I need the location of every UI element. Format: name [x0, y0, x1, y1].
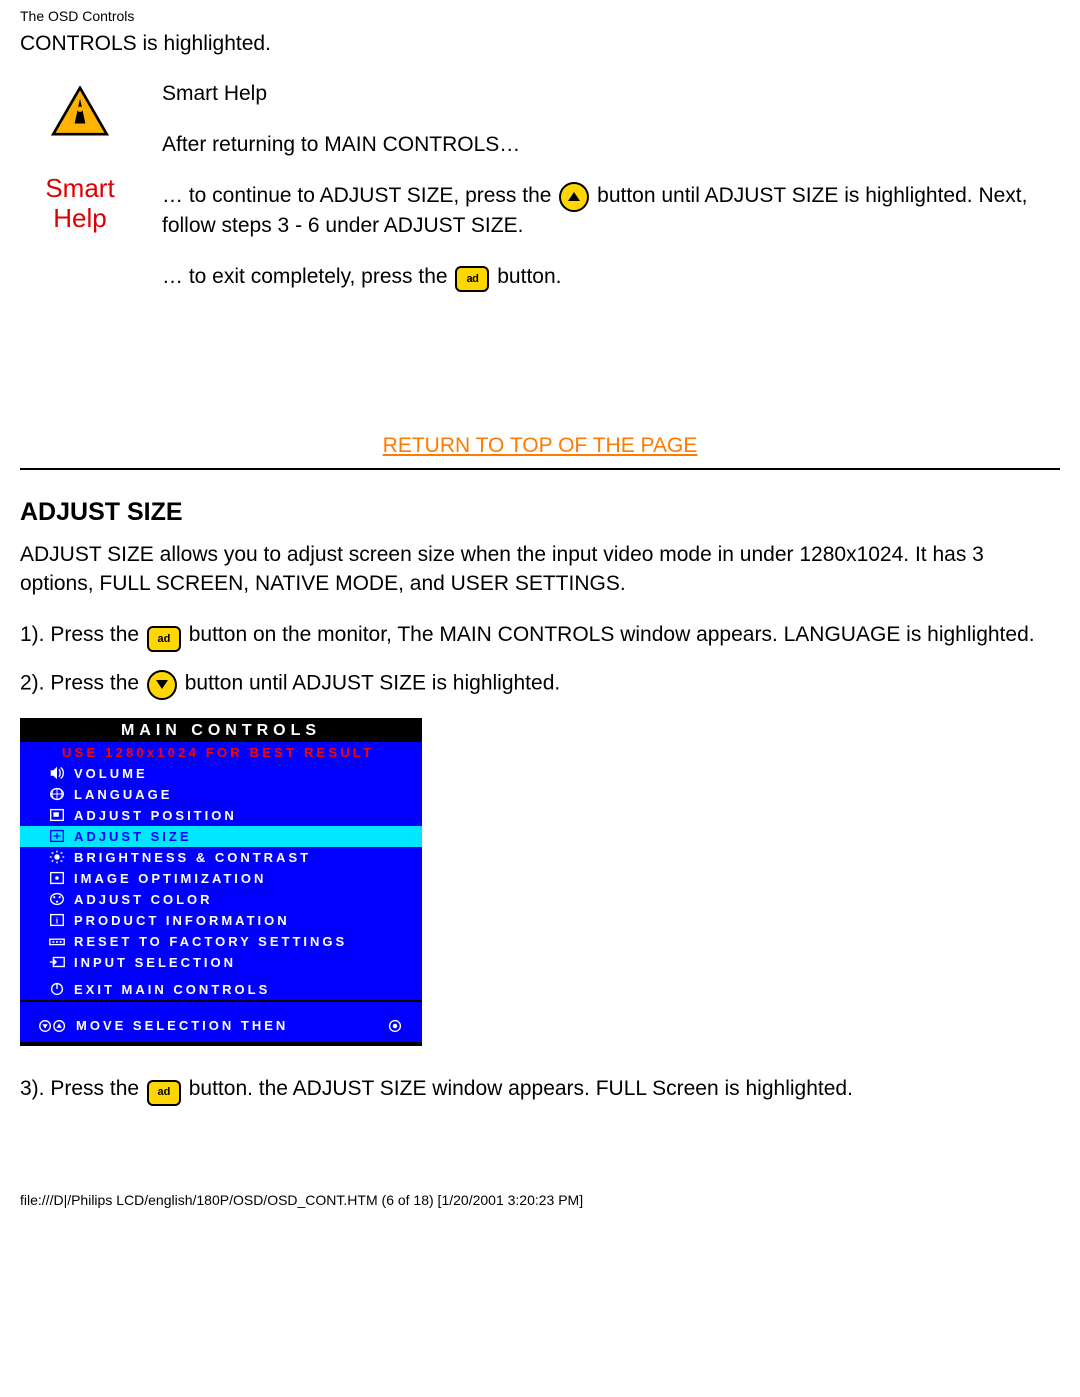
divider: [20, 468, 1060, 470]
language-icon: [40, 786, 74, 802]
osd-footer: MOVE SELECTION THEN: [20, 1012, 422, 1042]
smart-p4: … to exit completely, press the ad butto…: [162, 262, 1060, 292]
input-icon: [40, 954, 74, 970]
osd-item-input-sel[interactable]: INPUT SELECTION: [20, 952, 422, 973]
smart-p3: … to continue to ADJUST SIZE, press the …: [162, 181, 1060, 240]
osd-item-exit[interactable]: EXIT MAIN CONTROLS: [20, 979, 422, 1000]
osd-item-product-info[interactable]: i PRODUCT INFORMATION: [20, 910, 422, 931]
osd-item-brightness[interactable]: BRIGHTNESS & CONTRAST: [20, 847, 422, 868]
down-button-icon: [147, 668, 177, 700]
osd-title: MAIN CONTROLS: [20, 718, 422, 742]
return-top-link[interactable]: RETURN TO TOP OF THE PAGE: [383, 434, 698, 457]
step-3: 3). Press the ad button. the ADJUST SIZE…: [20, 1074, 1060, 1104]
osd-item-language[interactable]: LANGUAGE: [20, 784, 422, 805]
volume-icon: [40, 765, 74, 781]
page-header: The OSD Controls: [0, 0, 1080, 30]
osd-item-image-opt[interactable]: IMAGE OPTIMIZATION: [20, 868, 422, 889]
info-icon: i: [40, 912, 74, 928]
exit-icon: [40, 981, 74, 997]
updown-icons: [38, 1018, 68, 1034]
osd-item-adjust-color[interactable]: ADJUST COLOR: [20, 889, 422, 910]
smart-p2: After returning to MAIN CONTROLS…: [162, 131, 1060, 159]
osd-hint: USE 1280x1024 FOR BEST RESULT: [20, 742, 422, 763]
warning-triangle-icon: [51, 86, 109, 136]
intro-line: CONTROLS is highlighted.: [20, 30, 1060, 58]
osd-item-adjust-size[interactable]: ADJUST SIZE: [20, 826, 422, 847]
step-1: 1). Press the ad button on the monitor, …: [20, 620, 1060, 650]
size-icon: [40, 828, 74, 844]
osd-item-adjust-position[interactable]: ADJUST POSITION: [20, 805, 422, 826]
osd-item-volume[interactable]: VOLUME: [20, 763, 422, 784]
section-title: ADJUST SIZE: [20, 498, 1060, 527]
reset-icon: [40, 933, 74, 949]
svg-text:i: i: [56, 917, 58, 926]
smart-help-label: Smart Help: [20, 174, 140, 234]
osd-item-reset[interactable]: RESET TO FACTORY SETTINGS: [20, 931, 422, 952]
position-icon: [40, 807, 74, 823]
color-icon: [40, 891, 74, 907]
image-opt-icon: [40, 870, 74, 886]
smart-p1: Smart Help: [162, 80, 1060, 108]
ok-button-icon: ad: [147, 1074, 181, 1104]
page-footer: file:///D|/Philips LCD/english/180P/OSD/…: [0, 1122, 1080, 1218]
ok-button-icon: ad: [147, 621, 181, 651]
brightness-icon: [40, 849, 74, 865]
up-button-icon: [559, 181, 589, 212]
ok-button-icon: ad: [455, 262, 489, 292]
osd-panel: MAIN CONTROLS USE 1280x1024 FOR BEST RES…: [20, 718, 422, 1046]
section-desc: ADJUST SIZE allows you to adjust screen …: [20, 541, 1060, 598]
ok-circle-icon: [386, 1018, 404, 1034]
step-2: 2). Press the button until ADJUST SIZE i…: [20, 668, 1060, 700]
